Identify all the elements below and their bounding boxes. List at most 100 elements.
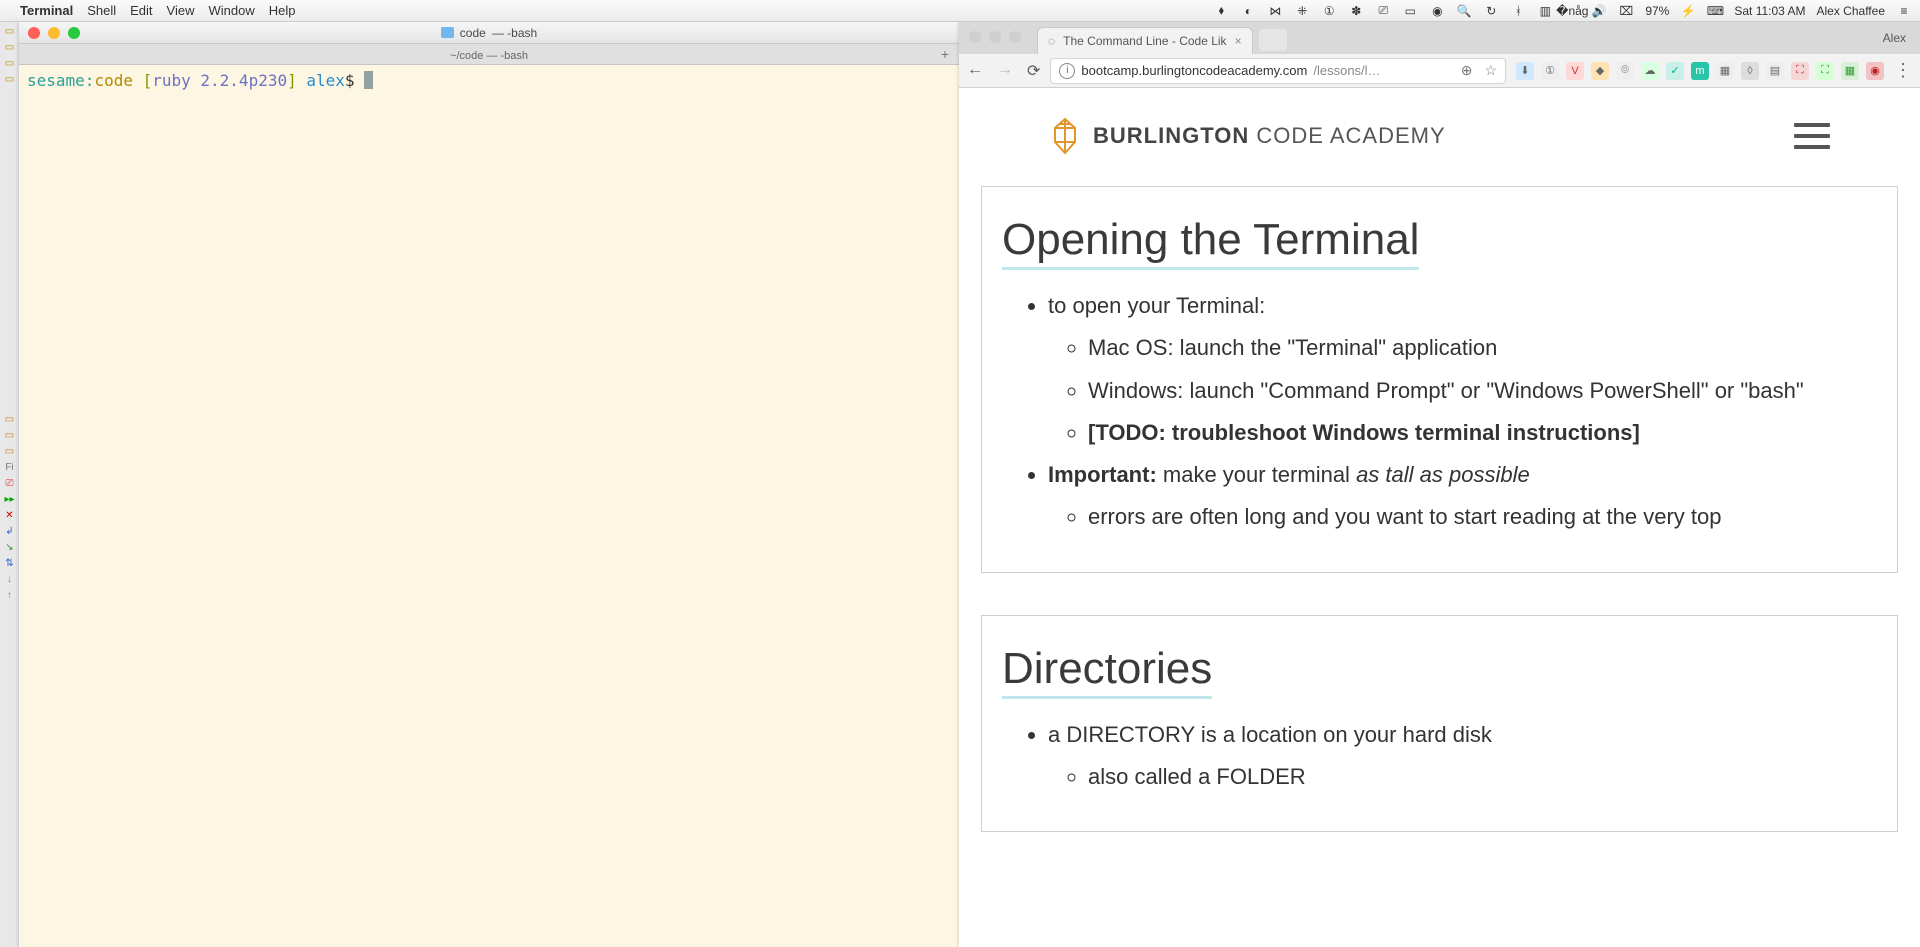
logo-icon xyxy=(1049,116,1081,156)
chrome-menu-icon[interactable]: ⋮ xyxy=(1894,60,1912,81)
zoom-button[interactable] xyxy=(68,27,80,39)
extension-icon[interactable]: ⦾ xyxy=(1616,62,1634,80)
address-bar[interactable]: i bootcamp.burlingtoncodeacademy.com/les… xyxy=(1050,58,1506,84)
airplay-icon[interactable]: ⌧ xyxy=(1618,3,1634,19)
extension-icon[interactable]: ◊ xyxy=(1741,62,1759,80)
status-icon[interactable]: ◉ xyxy=(1429,3,1445,19)
input-icon[interactable]: ⌨ xyxy=(1707,3,1723,19)
tool-icon: ↓ xyxy=(3,574,17,586)
new-tab-button[interactable] xyxy=(1259,29,1287,51)
status-icon[interactable]: ✽ xyxy=(1348,3,1364,19)
terminal-title-folder: code xyxy=(460,26,486,40)
folder-icon: ▭ xyxy=(3,74,17,86)
chrome-profile[interactable]: Alex xyxy=(1883,31,1906,45)
minimize-button[interactable] xyxy=(48,27,60,39)
hamburger-menu-icon[interactable] xyxy=(1794,123,1830,149)
folder-icon: ▭ xyxy=(3,26,17,38)
list-item: [TODO: troubleshoot Windows terminal ins… xyxy=(1088,415,1877,451)
menubar-item-window[interactable]: Window xyxy=(209,3,255,18)
close-button[interactable] xyxy=(969,31,981,43)
tool-icon: Fi xyxy=(3,462,17,474)
zoom-icon[interactable]: ⊕ xyxy=(1461,62,1473,79)
charging-icon: ⚡ xyxy=(1680,3,1696,19)
extension-icon[interactable]: ▤ xyxy=(1766,62,1784,80)
menubar-item-edit[interactable]: Edit xyxy=(130,3,152,18)
dropbox-icon[interactable]: ⬧ xyxy=(1213,3,1229,19)
status-icon[interactable]: ⎚ xyxy=(1375,3,1391,19)
list-item: also called a FOLDER xyxy=(1088,759,1877,795)
favicon-icon: ◌ xyxy=(1048,34,1055,48)
menubar-item-help[interactable]: Help xyxy=(269,3,296,18)
macos-menubar: Terminal Shell Edit View Window Help ⬧ ◐… xyxy=(0,0,1920,22)
status-icon[interactable]: ⁜ xyxy=(1294,3,1310,19)
extension-icon[interactable]: ⛶ xyxy=(1816,62,1834,80)
prompt-ruby: ruby 2.2.4p230 xyxy=(152,71,287,90)
timemachine-icon[interactable]: ↻ xyxy=(1483,3,1499,19)
folder-icon: ▭ xyxy=(3,58,17,70)
tool-icon: ✕ xyxy=(3,510,17,522)
extension-icon[interactable]: ✓ xyxy=(1666,62,1684,80)
status-icon[interactable]: ▭ xyxy=(1402,3,1418,19)
extension-icon[interactable]: ◆ xyxy=(1591,62,1609,80)
list-item: to open your Terminal: Mac OS: launch th… xyxy=(1048,288,1877,451)
browser-tab[interactable]: ◌ The Command Line - Code Lik × xyxy=(1037,27,1253,54)
spotlight-icon[interactable]: 🔍 xyxy=(1456,3,1472,19)
prompt-user: alex xyxy=(297,71,345,90)
bluetooth-icon[interactable]: ᚼ xyxy=(1510,3,1526,19)
new-tab-button[interactable]: + xyxy=(937,46,953,62)
url-path: /lessons/l… xyxy=(1313,63,1380,78)
bookmark-star-icon[interactable]: ☆ xyxy=(1484,62,1497,79)
extension-icon[interactable]: ▦ xyxy=(1841,62,1859,80)
extension-icon[interactable]: ① xyxy=(1541,62,1559,80)
nav-forward-icon[interactable]: → xyxy=(997,61,1013,81)
menubar-item-shell[interactable]: Shell xyxy=(87,3,116,18)
battery-icon[interactable]: ▥ xyxy=(1537,3,1553,19)
menubar-app-name[interactable]: Terminal xyxy=(20,3,73,18)
terminal-titlebar[interactable]: code — -bash xyxy=(19,22,959,44)
extension-icon[interactable]: m xyxy=(1691,62,1709,80)
tool-icon: ↲ xyxy=(3,526,17,538)
close-button[interactable] xyxy=(28,27,40,39)
tab-title: The Command Line - Code Lik xyxy=(1063,34,1226,48)
brand-bold: BURLINGTON xyxy=(1093,123,1249,148)
battery-percent[interactable]: 97% xyxy=(1645,4,1669,18)
menubar-item-view[interactable]: View xyxy=(167,3,195,18)
tab-close-icon[interactable]: × xyxy=(1235,34,1242,48)
extension-icon[interactable]: ▦ xyxy=(1716,62,1734,80)
folder-icon: ▭ xyxy=(3,414,17,426)
site-header: BURLINGTON CODE ACADEMY xyxy=(959,88,1920,180)
page-content[interactable]: BURLINGTON CODE ACADEMY Opening the Term… xyxy=(959,88,1920,947)
chrome-window: ◌ The Command Line - Code Lik × Alex ← →… xyxy=(959,22,1920,947)
extension-icon[interactable]: ◉ xyxy=(1866,62,1884,80)
zoom-button[interactable] xyxy=(1009,31,1021,43)
prompt-dollar: $ xyxy=(345,71,364,90)
extension-icon[interactable]: ⬇ xyxy=(1516,62,1534,80)
onepassword-icon[interactable]: ① xyxy=(1321,3,1337,19)
list-item: Windows: launch "Command Prompt" or "Win… xyxy=(1088,373,1877,409)
folder-icon: ▭ xyxy=(3,446,17,458)
list-item: errors are often long and you want to st… xyxy=(1088,499,1877,535)
content-card-directories: Directories a DIRECTORY is a location on… xyxy=(981,615,1898,833)
notification-center-icon[interactable]: ≡ xyxy=(1896,3,1912,19)
site-info-icon[interactable]: i xyxy=(1059,63,1075,79)
nav-back-icon[interactable]: ← xyxy=(967,61,983,81)
chrome-tabstrip: ◌ The Command Line - Code Lik × Alex xyxy=(959,22,1920,54)
menubar-clock[interactable]: Sat 11:03 AM xyxy=(1734,4,1805,18)
list-item: Mac OS: launch the "Terminal" applicatio… xyxy=(1088,330,1877,366)
nav-reload-icon[interactable]: ⟳ xyxy=(1027,61,1040,81)
tool-icon: ⎚ xyxy=(3,478,17,490)
minimize-button[interactable] xyxy=(989,31,1001,43)
menubar-username[interactable]: Alex Chaffee xyxy=(1817,4,1886,18)
wifi-icon[interactable]: �någ xyxy=(1564,3,1580,19)
terminal-tab[interactable]: ~/code — -bash xyxy=(19,47,959,62)
extension-icon[interactable]: V xyxy=(1566,62,1584,80)
volume-icon[interactable]: 🔊 xyxy=(1591,3,1607,19)
status-icon[interactable]: ◐ xyxy=(1240,3,1256,19)
status-icon[interactable]: ⋈ xyxy=(1267,3,1283,19)
terminal-body[interactable]: sesame:code [ruby 2.2.4p230] alex$ xyxy=(19,65,959,947)
site-brand[interactable]: BURLINGTON CODE ACADEMY xyxy=(1049,116,1446,156)
extension-icon[interactable]: ☁ xyxy=(1641,62,1659,80)
extension-icon[interactable]: ⛶ xyxy=(1791,62,1809,80)
folder-icon xyxy=(441,27,454,38)
list-item: Important: make your terminal as tall as… xyxy=(1048,457,1877,536)
